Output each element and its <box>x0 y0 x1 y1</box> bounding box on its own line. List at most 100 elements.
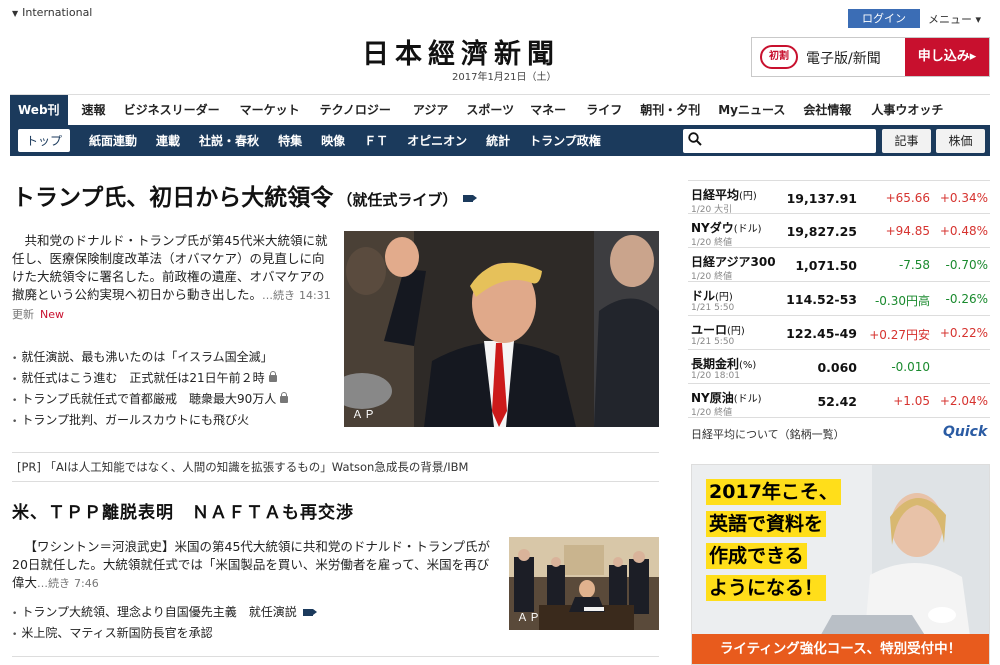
market-name[interactable]: NYダウ(ドル) <box>691 219 762 236</box>
second-story-photo[interactable]: ＡＰ <box>509 537 659 630</box>
market-value: 19,827.25 <box>786 224 857 239</box>
related-link-text[interactable]: 米上院、マティス新国防長官を承認 <box>21 626 212 640</box>
login-button[interactable]: ログイン <box>848 9 920 28</box>
nav-item[interactable]: スポーツ <box>466 95 514 125</box>
market-row[interactable]: 長期金利(%) 1/20 18:01 0.060 -0.010 <box>688 350 990 384</box>
market-change: +1.05 <box>893 394 930 408</box>
second-story-headline[interactable]: 米、ＴＰＰ離脱表明 ＮＡＦＴＡも再交渉 <box>12 498 354 523</box>
quick-logo[interactable]: Quick <box>943 424 987 440</box>
subscribe-button[interactable]: 申し込み▸ <box>905 38 989 76</box>
photo-credit: ＡＰ <box>352 408 376 421</box>
related-link[interactable]: トランプ批判、ガールスカウトにも飛び火 <box>12 411 334 432</box>
ad-line: 英語で資料を <box>706 511 827 537</box>
related-link-text[interactable]: トランプ批判、ガールスカウトにも飛び火 <box>21 413 249 427</box>
promo-badge: 初割 <box>760 45 798 69</box>
subnav-item[interactable]: 統計 <box>486 132 510 149</box>
nav-item[interactable]: Web刊 <box>10 94 68 125</box>
region-label: International <box>22 6 93 19</box>
ad-cta-bar[interactable]: ライティング強化コース、特別受付中！ <box>692 634 989 664</box>
subnav-item[interactable]: 映像 <box>321 132 345 149</box>
top-story-photo[interactable]: ＡＰ <box>344 231 659 427</box>
market-name[interactable]: ドル(円) <box>691 287 733 304</box>
photo-credit: ＡＰ <box>517 611 541 624</box>
market-row[interactable]: ドル(円) 1/21 5:50 114.52-53 -0.30円高 -0.26% <box>688 282 990 316</box>
main-nav: Web刊 速報 ビジネスリーダー マーケット テクノロジー アジア スポーツ マネー ライフ 朝刊… <box>10 94 990 125</box>
market-footer-link[interactable]: 日経平均について（銘柄一覧） <box>691 426 845 442</box>
market-unit: (円) <box>715 292 733 303</box>
nav-item[interactable]: 朝刊・夕刊 <box>640 95 700 125</box>
search-stocks-button[interactable]: 株価 <box>936 129 985 153</box>
search-box[interactable] <box>683 129 876 153</box>
headline-sub[interactable]: （就任式ライブ） <box>337 191 457 209</box>
market-row[interactable]: ユーロ(円) 1/21 5:50 122.45-49 +0.27円安 +0.22% <box>688 316 990 350</box>
pr-link[interactable]: [PR] 「AIは人工知能ではなく、人間の知識を拡張するもの」Watson急成長… <box>12 452 659 482</box>
nav-item[interactable]: アジア <box>413 95 449 125</box>
market-change: +0.27円安 <box>869 328 930 342</box>
market-unit: (円) <box>739 191 757 202</box>
top-story-headline[interactable]: トランプ氏、初日から大統領令 （就任式ライブ） <box>12 178 478 212</box>
related-link[interactable]: トランプ大統領、理念より自国優先主義 就任演説 <box>12 603 498 624</box>
ad-line: ようになる！ <box>706 575 827 601</box>
subnav-item[interactable]: 特集 <box>278 132 302 149</box>
related-link[interactable]: 就任式はこう進む 正式就任は21日午前２時 <box>12 369 334 390</box>
market-name-text[interactable]: ドル <box>691 289 715 303</box>
advertisement[interactable]: 2017年こそ、 英語で資料を 作成できる ようになる！ ライティング強化コース… <box>691 464 990 665</box>
related-link-text[interactable]: 就任演説、最も沸いたのは「イスラム国全滅」 <box>21 350 272 364</box>
market-name[interactable]: 日経アジア300 <box>691 253 776 270</box>
market-row[interactable]: NY原油(ドル) 1/20 終値 52.42 +1.05 +2.04% <box>688 384 990 418</box>
nav-item[interactable]: 速報 <box>82 95 106 125</box>
subnav-item[interactable]: ＦＴ <box>364 132 388 149</box>
nav-item[interactable]: 会社情報 <box>803 95 851 125</box>
market-name[interactable]: 長期金利(%) <box>691 355 756 372</box>
headline-text[interactable]: トランプ氏、初日から大統領令 <box>12 185 333 211</box>
market-unit: (ドル) <box>733 394 762 405</box>
subnav-item[interactable]: 社説・春秋 <box>199 132 259 149</box>
market-name[interactable]: NY原油(ドル) <box>691 389 762 406</box>
related-link[interactable]: 米上院、マティス新国防長官を承認 <box>12 624 498 645</box>
page-date: 2017年1月21日（土） <box>452 72 557 83</box>
nav-item[interactable]: ビジネスリーダー <box>124 95 220 125</box>
market-name[interactable]: ユーロ(円) <box>691 321 745 338</box>
nav-item[interactable]: 人事ウオッチ <box>871 95 943 125</box>
subnav-item[interactable]: 連載 <box>156 132 180 149</box>
region-selector[interactable]: ▼ International <box>12 6 92 19</box>
read-more-link[interactable]: …続き <box>262 289 295 302</box>
market-name[interactable]: 日経平均(円) <box>691 186 757 203</box>
update-time: 7:46 <box>74 577 99 590</box>
market-value: 122.45-49 <box>786 326 857 341</box>
market-name-text[interactable]: 日経アジア300 <box>691 255 776 269</box>
market-date: 1/20 終値 <box>691 408 733 418</box>
subnav-item[interactable]: オピニオン <box>407 132 467 149</box>
related-link[interactable]: トランプ氏就任式で首都厳戒 聴衆最大90万人 <box>12 390 334 411</box>
subscription-promo[interactable]: 初割 電子版/新聞 申し込み▸ <box>751 37 990 77</box>
market-name-text[interactable]: ユーロ <box>691 323 727 337</box>
read-more-link[interactable]: …続き <box>37 577 70 590</box>
search-input[interactable] <box>707 131 872 151</box>
market-row[interactable]: 日経アジア300 1/20 終値 1,071.50 -7.58 -0.70% <box>688 248 990 282</box>
search-articles-button[interactable]: 記事 <box>882 129 931 153</box>
menu-button[interactable]: メニュー ▾ <box>928 11 981 27</box>
market-name-text[interactable]: NY原油 <box>691 391 734 405</box>
market-name-text[interactable]: 日経平均 <box>691 188 739 202</box>
site-logo[interactable]: 日本經濟新聞 <box>362 32 560 71</box>
nav-item[interactable]: マーケット <box>240 95 300 125</box>
top-story-lead: 共和党のドナルド・トランプ氏が第45代米大統領に就任し、医療保険制度改革法（オバ… <box>12 232 334 324</box>
nav-item[interactable]: Myニュース <box>718 95 785 125</box>
market-row[interactable]: NYダウ(ドル) 1/20 終値 19,827.25 +94.85 +0.48% <box>688 214 990 248</box>
subnav-item[interactable]: トランプ政権 <box>529 132 601 149</box>
subnav-item[interactable]: 紙面連動 <box>89 132 137 149</box>
market-date: 1/20 18:01 <box>691 371 741 381</box>
related-link-text[interactable]: トランプ大統領、理念より自国優先主義 就任演説 <box>21 605 296 619</box>
related-link-text[interactable]: トランプ氏就任式で首都厳戒 聴衆最大90万人 <box>21 392 276 406</box>
market-name-text[interactable]: NYダウ <box>691 221 734 235</box>
nav-item[interactable]: ライフ <box>586 95 622 125</box>
nav-item[interactable]: テクノロジー <box>320 95 391 125</box>
market-row[interactable]: 日経平均(円) 1/20 大引 19,137.91 +65.66 +0.34% <box>688 180 990 215</box>
related-link[interactable]: 就任演説、最も沸いたのは「イスラム国全滅」 <box>12 348 334 369</box>
market-date: 1/21 5:50 <box>691 337 735 347</box>
subnav-item[interactable]: トップ <box>18 129 71 152</box>
nav-item[interactable]: マネー <box>530 95 566 125</box>
related-link-text[interactable]: 就任式はこう進む 正式就任は21日午前２時 <box>21 371 264 385</box>
market-name-text[interactable]: 長期金利 <box>691 357 739 371</box>
search-icon <box>688 132 702 146</box>
